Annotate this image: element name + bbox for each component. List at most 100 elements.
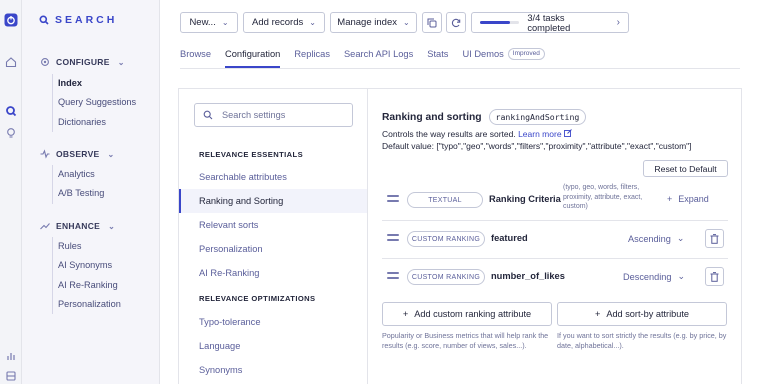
new-button[interactable]: New... ⌄ [180, 12, 238, 33]
section-configure[interactable]: CONFIGURE ⌄ [40, 57, 125, 67]
tab-ui-demos[interactable]: UI Demos Improved [462, 44, 545, 68]
tab-label: Browse [180, 49, 212, 59]
copy-icon [427, 18, 437, 27]
sidebar-item-rules[interactable]: Rules [53, 237, 121, 256]
chevron-down-icon: ⌄ [117, 57, 125, 67]
sort-order-select[interactable]: Ascending ⌄ [628, 233, 685, 244]
chevron-down-icon: ⌄ [402, 18, 410, 27]
chart-icon[interactable] [3, 348, 19, 364]
manage-index-button[interactable]: Manage index ⌄ [330, 12, 417, 33]
setting-relevant-sorts[interactable]: Relevant sorts [179, 213, 367, 237]
settings-search-input[interactable]: Search settings [194, 103, 353, 127]
delete-button[interactable] [705, 229, 724, 248]
sort-order-value: Ascending [628, 233, 671, 244]
chevron-down-icon: ⌄ [221, 18, 229, 27]
sidebar-item-ai-synonyms[interactable]: AI Synonyms [53, 256, 121, 275]
criteria-tag: TEXTUAL [407, 192, 483, 208]
delete-button[interactable] [705, 267, 724, 286]
detail-title: Ranking and sorting [382, 111, 482, 123]
section-label: OBSERVE [56, 149, 100, 159]
setting-code-pill: rankingAndSorting [488, 109, 587, 125]
plus-icon: + [667, 194, 673, 204]
sort-order-select[interactable]: Descending ⌄ [623, 271, 685, 282]
reset-to-default-button[interactable]: Reset to Default [643, 160, 728, 177]
sidebar-item-ab-testing[interactable]: A/B Testing [53, 184, 104, 203]
setting-language[interactable]: Language [179, 334, 367, 358]
tab-label: Configuration [225, 49, 281, 59]
chevron-down-icon: ⌄ [108, 221, 116, 231]
criteria-tag: CUSTOM RANKING [407, 269, 485, 285]
settings-list: Search settings RELEVANCE ESSENTIALS Sea… [179, 89, 368, 384]
description-text: Controls the way results are sorted. [382, 129, 516, 139]
group-relevance-optimizations: RELEVANCE OPTIMIZATIONS [199, 294, 316, 303]
ranking-row: CUSTOM RANKING number_of_likes Descendin… [382, 263, 728, 291]
tab-label: Search API Logs [343, 49, 414, 59]
group-relevance-essentials: RELEVANCE ESSENTIALS [199, 150, 304, 159]
manage-index-label: Manage index [337, 17, 397, 28]
search-placeholder: Search settings [222, 110, 286, 120]
search-logo-icon [39, 15, 49, 25]
setting-ai-re-ranking[interactable]: AI Re-Ranking [179, 261, 367, 285]
tab-browse[interactable]: Browse [180, 44, 211, 68]
sidebar-item-query-suggestions[interactable]: Query Suggestions [53, 93, 136, 112]
section-enhance[interactable]: ENHANCE ⌄ [40, 221, 115, 231]
sidebar-item-dictionaries[interactable]: Dictionaries [53, 113, 136, 132]
refresh-button[interactable] [446, 12, 466, 33]
power-icon[interactable] [3, 12, 19, 28]
add-sort-help: If you want to sort strictly the results… [557, 331, 727, 350]
ranking-row: TEXTUAL Ranking Criteria (typo, geo, wor… [382, 184, 728, 214]
section-observe[interactable]: OBSERVE ⌄ [40, 149, 115, 159]
sidebar-item-index[interactable]: Index [53, 74, 136, 93]
plus-icon: + [402, 309, 409, 319]
drag-handle-icon[interactable] [387, 234, 399, 244]
copy-button[interactable] [422, 12, 442, 33]
row-divider [382, 220, 728, 221]
sidebar-item-analytics[interactable]: Analytics [53, 165, 104, 184]
add-custom-ranking-button[interactable]: + Add custom ranking attribute [382, 302, 552, 326]
database-icon[interactable] [3, 368, 19, 384]
improved-badge: Improved [507, 48, 545, 60]
tab-configuration[interactable]: Configuration [225, 44, 281, 68]
add-records-button[interactable]: Add records ⌄ [243, 12, 325, 33]
search-app-icon[interactable] [3, 103, 19, 119]
sidebar-item-personalization[interactable]: Personalization [53, 295, 121, 314]
setting-searchable-attributes[interactable]: Searchable attributes [179, 165, 367, 189]
sidebar: SEARCH CONFIGURE ⌄ Index Query Suggestio… [22, 0, 160, 384]
expand-button[interactable]: + Expand [667, 194, 709, 204]
drag-handle-icon[interactable] [387, 195, 399, 205]
brand[interactable]: SEARCH [39, 14, 117, 26]
learn-more-label: Learn more [518, 129, 562, 139]
detail-description: Controls the way results are sorted. Lea… [382, 129, 572, 139]
criteria-name: featured [491, 233, 528, 243]
trend-icon [40, 223, 50, 230]
learn-more-link[interactable]: Learn more [518, 129, 572, 139]
sidebar-item-ai-re-ranking[interactable]: AI Re-Ranking [53, 276, 121, 295]
setting-typo-tolerance[interactable]: Typo-tolerance [179, 310, 367, 334]
configure-subnav: Index Query Suggestions Dictionaries [52, 74, 136, 132]
default-value: Default value: ["typo","geo","words","fi… [382, 141, 692, 151]
tasks-progress-button[interactable]: 3/4 tasks completed › [471, 12, 629, 33]
criteria-name: Ranking Criteria [489, 194, 561, 204]
tab-label: Stats [427, 49, 449, 59]
tab-search-api-logs[interactable]: Search API Logs [344, 44, 413, 68]
setting-synonyms[interactable]: Synonyms [179, 358, 367, 382]
gear-icon [41, 58, 49, 66]
tab-replicas[interactable]: Replicas [294, 44, 330, 68]
add-sort-by-button[interactable]: + Add sort-by attribute [557, 302, 727, 326]
chevron-down-icon: ⌄ [309, 18, 316, 27]
search-icon [203, 110, 213, 120]
tasks-progress-fill [480, 21, 510, 24]
section-label: CONFIGURE [56, 57, 110, 67]
enhance-subnav: Rules AI Synonyms AI Re-Ranking Personal… [52, 237, 121, 315]
ranking-detail: Ranking and sorting rankingAndSorting Co… [369, 89, 743, 384]
tab-stats[interactable]: Stats [427, 44, 448, 68]
chevron-down-icon: ⌄ [677, 271, 686, 281]
drag-handle-icon[interactable] [387, 272, 399, 282]
tasks-progress-bar [480, 21, 520, 24]
bulb-icon[interactable] [3, 125, 19, 141]
setting-personalization[interactable]: Personalization [179, 237, 367, 261]
ranking-row: CUSTOM RANKING featured Ascending ⌄ [382, 225, 728, 253]
chevron-right-icon: › [616, 17, 620, 28]
setting-ranking-and-sorting[interactable]: Ranking and Sorting [179, 189, 367, 213]
home-icon[interactable] [3, 54, 19, 70]
